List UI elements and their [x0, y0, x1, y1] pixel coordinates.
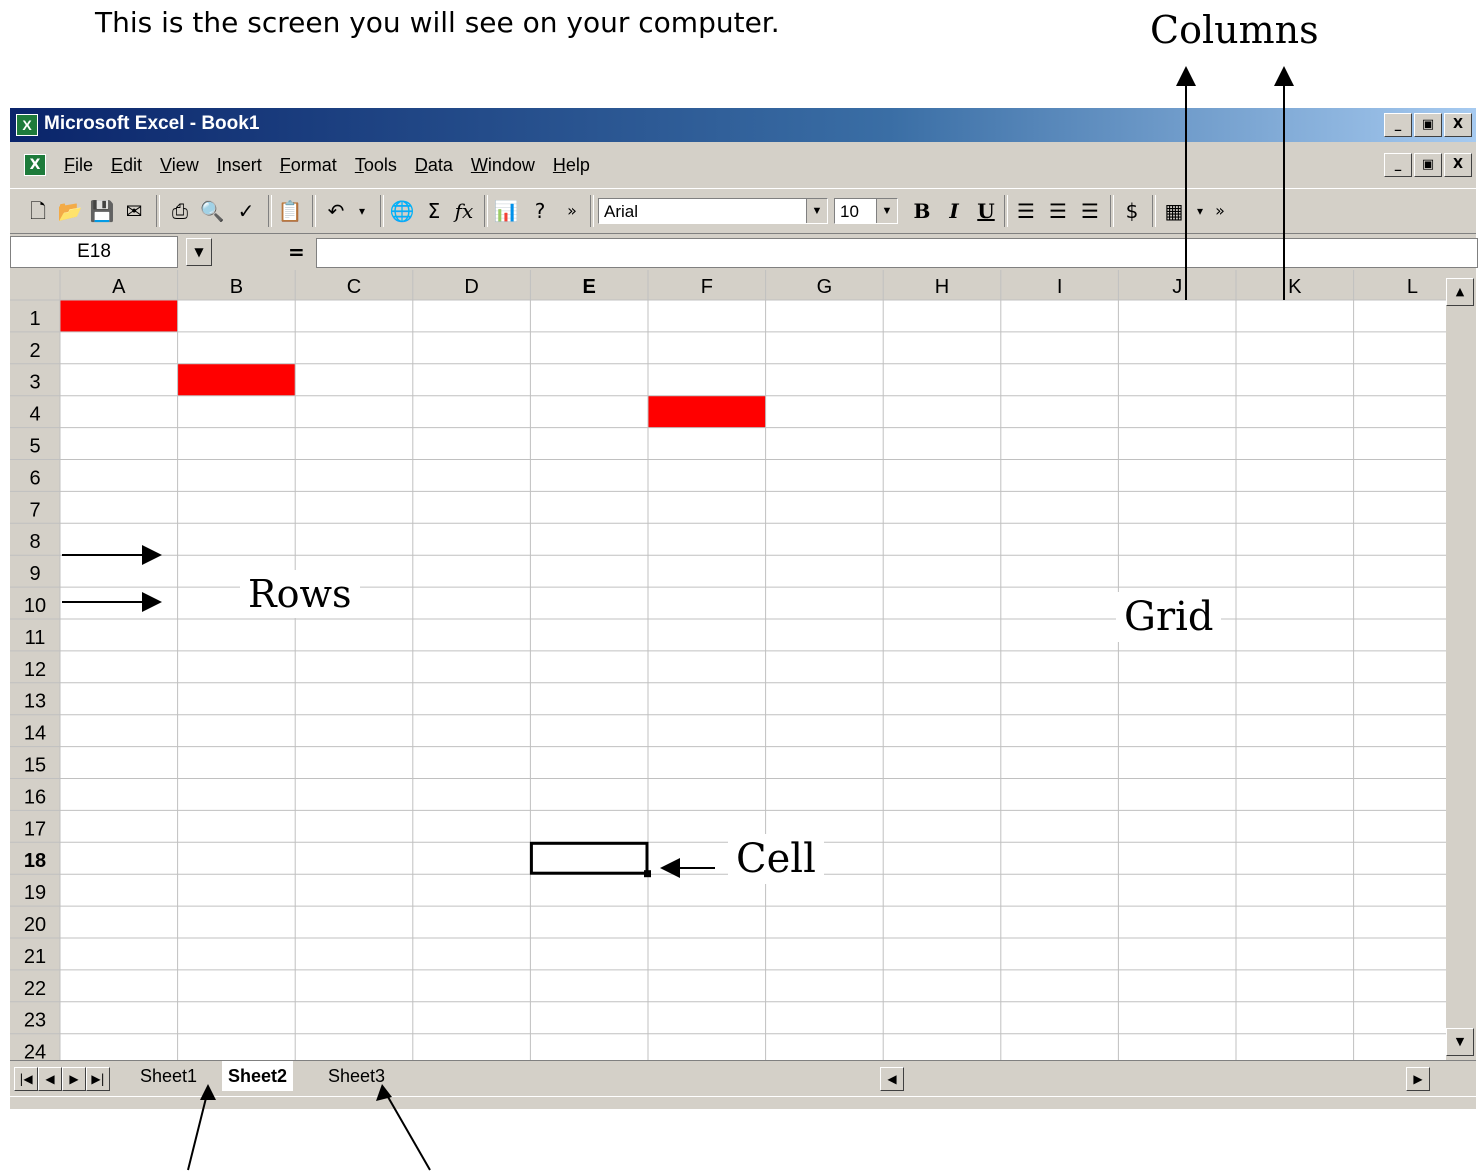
tab-pointer-line	[187, 1089, 209, 1171]
annotation-arrows	[62, 66, 1294, 1171]
tab-pointer-line	[383, 1089, 431, 1171]
tab-pointer-head	[200, 1084, 216, 1100]
